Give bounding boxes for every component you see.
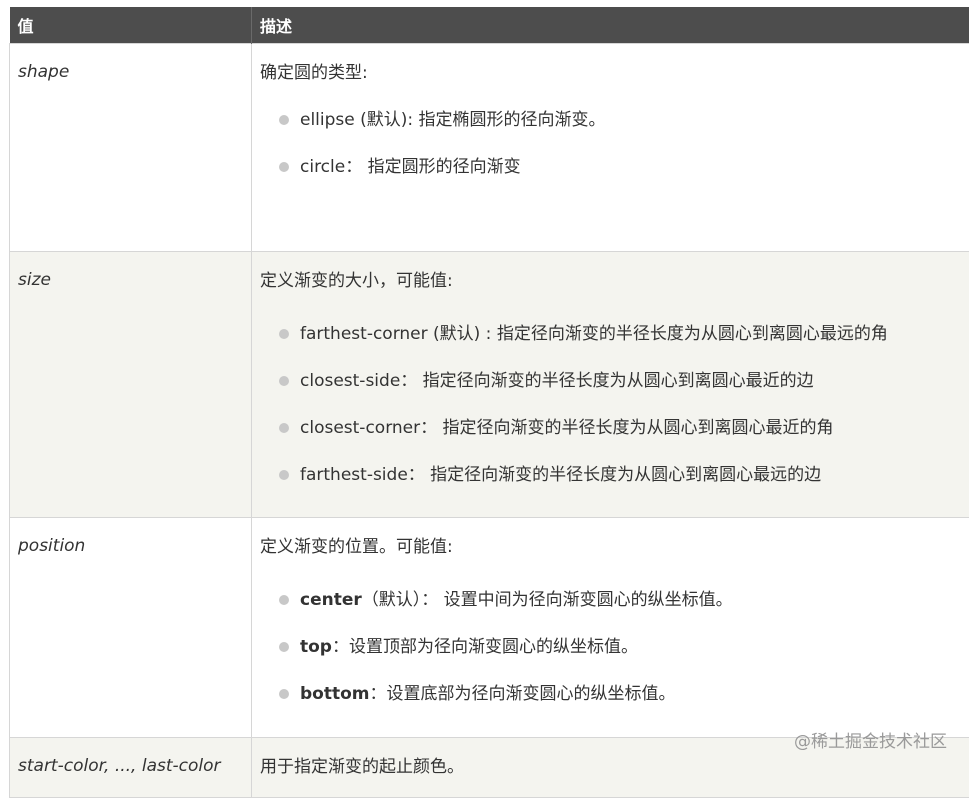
description-intro: 定义渐变的位置。可能值: <box>260 536 969 558</box>
bullet-icon <box>279 115 289 125</box>
table-row-size: size 定义渐变的大小，可能值: farthest-corner (默认) :… <box>10 252 969 518</box>
list-item: ellipse (默认): 指定椭圆形的径向渐变。 <box>260 109 969 131</box>
value-cell: size <box>10 252 252 518</box>
bullet-icon <box>279 423 289 433</box>
bullet-icon <box>279 162 289 172</box>
description-intro: 用于指定渐变的起止颜色。 <box>260 756 969 778</box>
bullet-icon <box>279 376 289 386</box>
list-item: farthest-side： 指定径向渐变的半径长度为从圆心到离圆心最远的边 <box>260 464 969 486</box>
list-item: closest-side： 指定径向渐变的半径长度为从圆心到离圆心最近的边 <box>260 370 969 392</box>
description-intro: 确定圆的类型: <box>260 62 969 84</box>
option-text: ：设置顶部为径向渐变圆心的纵坐标值。 <box>332 637 638 657</box>
option-text: : 指定椭圆形的径向渐变。 <box>407 110 605 130</box>
value-cell: start-color, ..., last-color <box>10 738 252 798</box>
option-key: ellipse (默认) <box>300 110 407 130</box>
watermark-text: @稀土掘金技术社区 <box>794 727 947 752</box>
list-item: bottom：设置底部为径向渐变圆心的纵坐标值。 <box>260 683 969 705</box>
description-cell: 确定圆的类型: ellipse (默认): 指定椭圆形的径向渐变。 circle… <box>252 44 969 252</box>
bullet-icon <box>279 595 289 605</box>
value-cell: position <box>10 518 252 738</box>
list-item: closest-corner： 指定径向渐变的半径长度为从圆心到离圆心最近的角 <box>260 417 969 439</box>
options-list: ellipse (默认): 指定椭圆形的径向渐变。 circle： 指定圆形的径… <box>260 109 969 178</box>
option-text: ：设置底部为径向渐变圆心的纵坐标值。 <box>370 684 676 704</box>
list-item: top：设置顶部为径向渐变圆心的纵坐标值。 <box>260 636 969 658</box>
option-text: （默认）： 设置中间为径向渐变圆心的纵坐标值。 <box>362 590 733 610</box>
option-text: ： 指定圆形的径向渐变 <box>345 157 520 177</box>
table-row-shape: shape 确定圆的类型: ellipse (默认): 指定椭圆形的径向渐变。 … <box>10 44 969 252</box>
options-list: farthest-corner (默认) : 指定径向渐变的半径长度为从圆心到离… <box>260 323 969 486</box>
radial-gradient-params-table: 值 描述 shape 确定圆的类型: ellipse (默认): 指定椭圆形的径… <box>9 7 969 798</box>
header-value: 值 <box>10 7 252 44</box>
list-item: center（默认）： 设置中间为径向渐变圆心的纵坐标值。 <box>260 589 969 611</box>
option-text: ： 指定径向渐变的半径长度为从圆心到离圆心最远的边 <box>408 465 821 485</box>
option-text: : 指定径向渐变的半径长度为从圆心到离圆心最远的角 <box>480 324 888 344</box>
option-key: center <box>300 590 362 610</box>
value-cell: shape <box>10 44 252 252</box>
options-list: center（默认）： 设置中间为径向渐变圆心的纵坐标值。 top：设置顶部为径… <box>260 589 969 705</box>
option-text: ： 指定径向渐变的半径长度为从圆心到离圆心最近的边 <box>400 371 813 391</box>
option-key: farthest-corner (默认) <box>300 324 480 344</box>
bullet-icon <box>279 470 289 480</box>
header-description: 描述 <box>252 7 969 44</box>
bullet-icon <box>279 642 289 652</box>
table-row-position: position 定义渐变的位置。可能值: center（默认）： 设置中间为径… <box>10 518 969 738</box>
description-cell: 定义渐变的位置。可能值: center（默认）： 设置中间为径向渐变圆心的纵坐标… <box>252 518 969 738</box>
option-key: closest-corner <box>300 418 420 438</box>
description-cell: 定义渐变的大小，可能值: farthest-corner (默认) : 指定径向… <box>252 252 969 518</box>
bullet-icon <box>279 689 289 699</box>
option-key: circle <box>300 157 345 177</box>
table-header-row: 值 描述 <box>10 7 969 44</box>
option-text: ： 指定径向渐变的半径长度为从圆心到离圆心最近的角 <box>420 418 833 438</box>
list-item: farthest-corner (默认) : 指定径向渐变的半径长度为从圆心到离… <box>260 323 969 345</box>
option-key: closest-side <box>300 371 400 391</box>
values-table: 值 描述 shape 确定圆的类型: ellipse (默认): 指定椭圆形的径… <box>9 7 969 798</box>
option-key: farthest-side <box>300 465 408 485</box>
bullet-icon <box>279 329 289 339</box>
option-key: top <box>300 637 332 657</box>
description-intro: 定义渐变的大小，可能值: <box>260 270 969 292</box>
list-item: circle： 指定圆形的径向渐变 <box>260 156 969 178</box>
option-key: bottom <box>300 684 370 704</box>
